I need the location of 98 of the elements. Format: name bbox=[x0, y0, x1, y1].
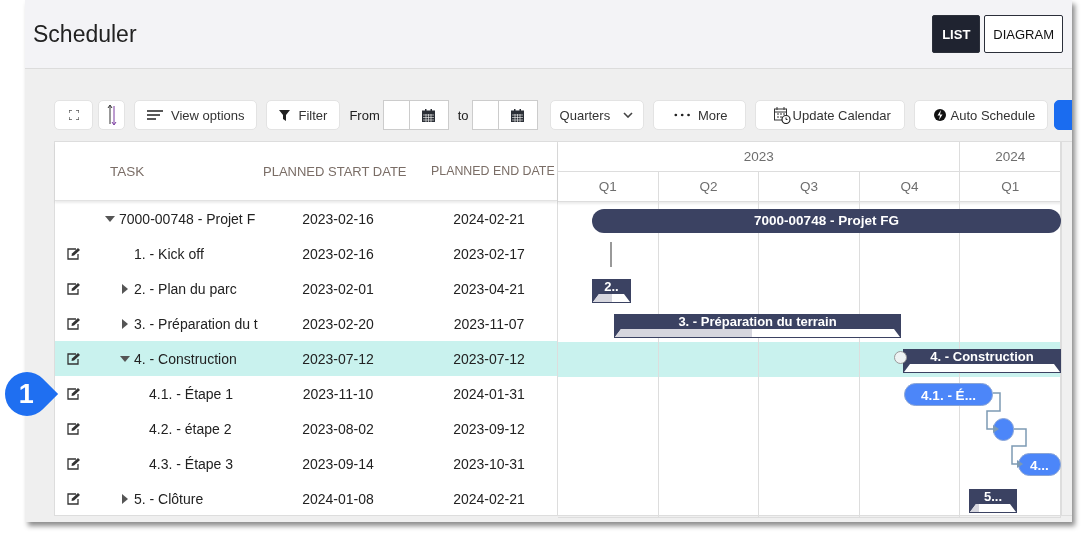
more-icon bbox=[673, 113, 690, 117]
task-bar[interactable]: 2.. bbox=[592, 279, 631, 303]
column-header: PLANNED START DATE bbox=[262, 163, 408, 179]
sort-arrows-icon bbox=[106, 104, 117, 126]
expand-arrow-icon[interactable] bbox=[105, 213, 115, 224]
start-date-cell-text: 2023-02-16 bbox=[301, 245, 375, 262]
task-name: 4.1. - Étape 1 bbox=[149, 385, 234, 402]
lines-icon bbox=[147, 110, 163, 120]
end-date-cell-text: 2024-02-21 bbox=[452, 210, 526, 227]
end-date-cell-text: 2023-10-31 bbox=[452, 455, 526, 472]
table-row[interactable]: 4.3. - Étape 3 2023-09-14 2023-10-31 bbox=[55, 446, 557, 481]
end-date-cell-text: 2023-11-07 bbox=[452, 315, 526, 332]
task-name: 4. - Construction bbox=[134, 350, 237, 367]
calendar-icon bbox=[422, 108, 436, 122]
task-bar[interactable]: 4. - Construction bbox=[903, 349, 1061, 373]
table-row[interactable]: 4. - Construction 2023-07-12 2023-07-12 bbox=[55, 341, 557, 376]
app-title: Scheduler bbox=[33, 20, 137, 48]
edit-icon[interactable] bbox=[66, 422, 80, 435]
calendar-icon bbox=[511, 108, 525, 122]
table-row[interactable]: 5. - Clôture 2024-01-08 2024-02-21 bbox=[55, 481, 557, 516]
summary-bar[interactable]: 7000-00748 - Projet FG bbox=[592, 209, 1061, 233]
expand-arrow-icon[interactable] bbox=[120, 283, 130, 294]
filter-button[interactable]: Filter bbox=[266, 100, 341, 130]
start-date-cell-text: 2024-01-08 bbox=[301, 490, 375, 507]
end-date-cell-text: 2024-01-31 bbox=[452, 385, 526, 402]
bar-label: 3. - Préparation du terrain bbox=[677, 314, 838, 329]
start-date-cell-text: 2023-07-12 bbox=[301, 350, 375, 367]
table-row[interactable]: 2. - Plan du parc 2023-02-01 2023-04-21 bbox=[55, 271, 557, 306]
quarter-header: Q2 bbox=[658, 172, 760, 201]
milestone-marker[interactable] bbox=[610, 242, 612, 267]
end-date-cell-text: 2023-09-12 bbox=[452, 420, 526, 437]
bar-label: 2.. bbox=[603, 279, 620, 294]
table-row[interactable]: 4.1. - Étape 1 2023-11-10 2024-01-31 bbox=[55, 376, 557, 411]
from-label: From bbox=[349, 107, 380, 123]
primary-button[interactable] bbox=[1053, 100, 1072, 130]
start-date-cell-text: 2023-11-10 bbox=[301, 385, 375, 402]
update-calendar-button[interactable]: Update Calendar bbox=[754, 100, 905, 130]
bar-label: 4. - Construction bbox=[929, 349, 1035, 364]
task-name: 1. - Kick off bbox=[134, 245, 204, 262]
quarter-header: Q3 bbox=[759, 172, 860, 201]
dependency-arrow bbox=[986, 392, 1001, 433]
task-bar[interactable]: 3. - Préparation du terrain bbox=[614, 314, 901, 338]
task-bar[interactable]: 5... bbox=[969, 489, 1017, 513]
expand-arrow-icon[interactable] bbox=[120, 353, 130, 364]
task-name: 7000-00748 - Projet F bbox=[119, 210, 256, 227]
table-row[interactable]: 3. - Préparation du t 2023-02-20 2023-11-07 bbox=[55, 306, 557, 341]
quarter-header: Q1 bbox=[960, 172, 1061, 201]
lightning-icon bbox=[933, 109, 946, 121]
quarter-header: Q4 bbox=[859, 172, 961, 201]
task-bar[interactable] bbox=[993, 418, 1014, 441]
edit-icon[interactable] bbox=[66, 492, 80, 505]
view-tab[interactable]: DIAGRAM bbox=[984, 15, 1063, 53]
expand-arrow-icon[interactable] bbox=[120, 318, 130, 329]
filter-icon bbox=[279, 109, 291, 121]
scrollbar[interactable] bbox=[1061, 142, 1072, 515]
from-date-field[interactable] bbox=[382, 100, 449, 130]
bar-label: 5... bbox=[982, 489, 1004, 504]
end-date-cell-text: 2024-02-21 bbox=[452, 490, 526, 507]
table-row[interactable]: 4.2. - étape 2 2023-08-02 2023-09-12 bbox=[55, 411, 557, 446]
chevron-down-icon bbox=[622, 112, 633, 118]
view-tab[interactable]: LIST bbox=[932, 15, 981, 53]
column-header: TASK bbox=[109, 163, 146, 179]
to-date-field[interactable] bbox=[471, 100, 538, 130]
quarter-header: Q1 bbox=[558, 172, 659, 201]
fullscreen-icon bbox=[68, 110, 79, 120]
task-name: 2. - Plan du parc bbox=[134, 280, 237, 297]
end-date-cell-text: 2023-04-21 bbox=[452, 280, 526, 297]
year-header: 2024 bbox=[960, 142, 1061, 171]
start-date-cell-text: 2023-02-20 bbox=[301, 315, 375, 332]
year-header: 2023 bbox=[558, 142, 961, 171]
to-label: to bbox=[457, 107, 469, 123]
sort-button[interactable] bbox=[98, 100, 125, 130]
dependency-arrow bbox=[1011, 428, 1027, 468]
view-options-button[interactable]: View options bbox=[134, 100, 258, 130]
auto-schedule-button[interactable]: Auto Schedule bbox=[913, 100, 1048, 130]
table-row[interactable]: 1. - Kick off 2023-02-16 2023-02-17 bbox=[55, 236, 557, 271]
scale-dropdown[interactable]: Quarters bbox=[549, 100, 644, 130]
start-date-cell-text: 2023-08-02 bbox=[301, 420, 375, 437]
start-date-cell-text: 2023-02-01 bbox=[301, 280, 375, 297]
edit-icon[interactable] bbox=[66, 352, 80, 365]
task-name: 4.3. - Étape 3 bbox=[149, 455, 234, 472]
task-name: 4.2. - étape 2 bbox=[149, 420, 232, 437]
edit-icon[interactable] bbox=[66, 282, 80, 295]
end-date-cell-text: 2023-02-17 bbox=[452, 245, 526, 262]
start-date-cell-text: 2023-02-16 bbox=[301, 210, 375, 227]
edit-icon[interactable] bbox=[66, 247, 80, 260]
calendar-clock-icon bbox=[773, 106, 791, 124]
edit-icon[interactable] bbox=[66, 387, 80, 400]
edit-icon[interactable] bbox=[66, 317, 80, 330]
start-date-cell-text: 2023-09-14 bbox=[301, 455, 375, 472]
end-date-cell-text: 2023-07-12 bbox=[452, 350, 526, 367]
table-row[interactable]: 7000-00748 - Projet F 2023-02-16 2024-02-21 bbox=[55, 201, 557, 236]
task-name: 3. - Préparation du t bbox=[134, 315, 258, 332]
expand-arrow-icon[interactable] bbox=[120, 493, 130, 504]
edit-icon[interactable] bbox=[66, 457, 80, 470]
column-header: PLANNED END DATE bbox=[430, 164, 556, 178]
more-button[interactable]: More bbox=[652, 100, 746, 130]
task-name: 5. - Clôture bbox=[134, 490, 204, 507]
